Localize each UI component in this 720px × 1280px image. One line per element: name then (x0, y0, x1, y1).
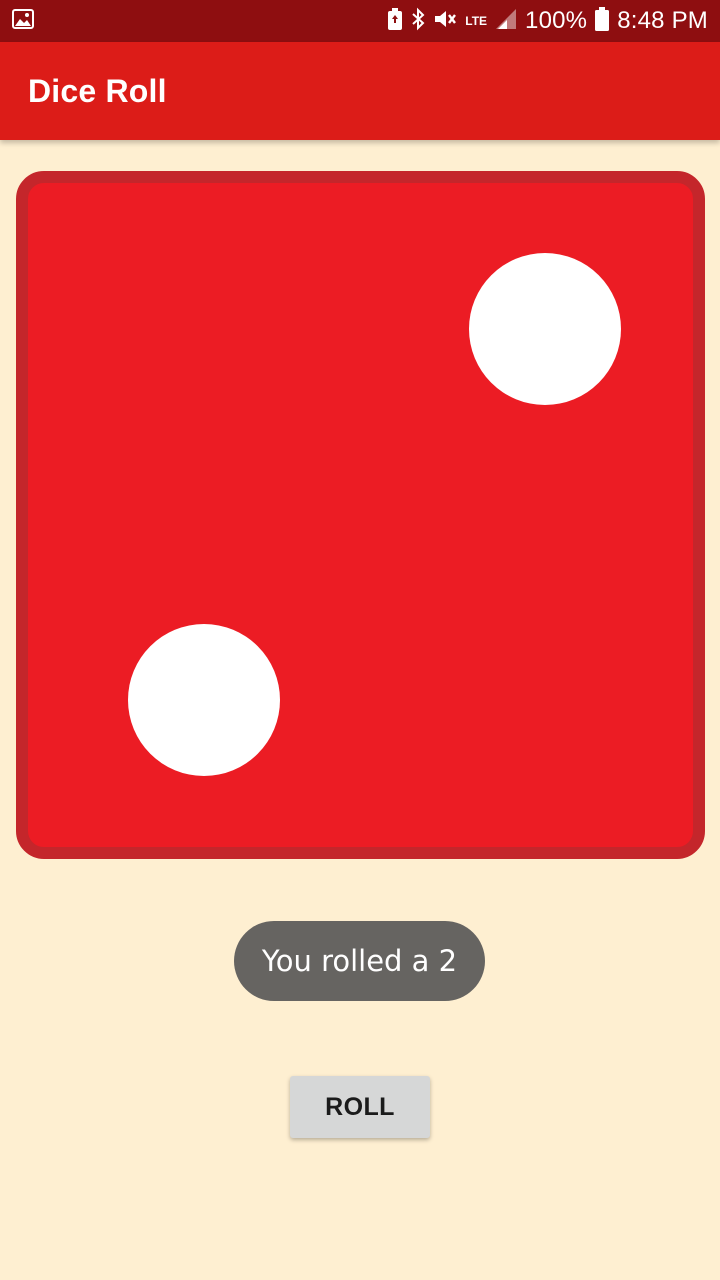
mute-icon (433, 8, 457, 35)
lte-icon: LTE (465, 14, 488, 28)
image-icon (12, 8, 34, 34)
roll-result-toast: You rolled a 2 (234, 921, 485, 1001)
status-bar: LTE 100% 8:48 PM (0, 0, 720, 42)
battery-percent: 100% (525, 7, 588, 34)
roll-button[interactable]: ROLL (290, 1076, 430, 1138)
bluetooth-icon (411, 7, 425, 36)
toast-message: You rolled a 2 (261, 944, 458, 978)
app-title: Dice Roll (28, 72, 167, 109)
dice-pip (469, 253, 621, 405)
battery-icon (595, 6, 610, 36)
dice-image (16, 171, 705, 859)
app-bar: Dice Roll (0, 42, 720, 140)
clock: 8:48 PM (617, 7, 708, 34)
signal-icon (495, 8, 517, 35)
battery-saver-icon (387, 7, 403, 35)
dice-pip (128, 624, 280, 776)
